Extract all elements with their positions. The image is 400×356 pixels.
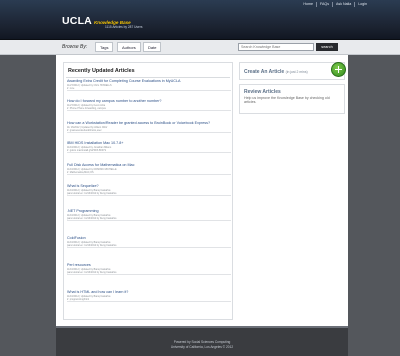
- review-articles-panel[interactable]: Review Articles Help us improve the Know…: [239, 84, 345, 114]
- list-item: IBM HIDS Installation Mac 10.7.8+ 11/16/…: [67, 141, 231, 153]
- list-item: Awarding Extra Credit for Completing Cou…: [67, 79, 231, 91]
- list-item: How can a Workstation/Reader be granted …: [67, 121, 231, 133]
- search-button[interactable]: search: [316, 42, 338, 51]
- site-footer: Powered by Social Sciences Computing Uni…: [0, 326, 400, 356]
- create-article-subtitle: (in just 2 mins): [285, 69, 308, 74]
- search-input[interactable]: [238, 42, 314, 51]
- article-tags: para tutorial en: 11/16/2012 by Deng Cas…: [67, 243, 117, 247]
- article-tags: tr: gdocs mac/install ghsHIDS BOK'S: [67, 148, 107, 152]
- review-articles-description: Help us improve the Knowledge Base by ch…: [244, 96, 330, 105]
- browse-label: Browse By:: [62, 43, 88, 50]
- list-item: Full Disk Access for Mathematica on Mac …: [67, 163, 231, 175]
- nav-faqs-link[interactable]: FAQs: [316, 2, 332, 7]
- article-tags: tr: Phone Phone forwarding, campus: [67, 106, 106, 110]
- create-article-label: Create An Article: [244, 68, 285, 75]
- logo-ucla: UCLA: [62, 15, 92, 27]
- footer-copyright: University of California, Los Angeles © …: [170, 345, 234, 349]
- plus-icon[interactable]: [331, 62, 346, 77]
- tab-authors[interactable]: Authors: [117, 42, 141, 52]
- article-tags: para tutorial en: 11/16/2012 by Deng Cas…: [67, 216, 117, 220]
- article-tags: para tutorial en: 11/16/2012 by Deng Cas…: [67, 270, 117, 274]
- footer-box: Powered by Social Sciences Computing Uni…: [56, 326, 348, 356]
- list-item: How do I forward my campus number to ano…: [67, 99, 231, 111]
- recent-articles-title: Recently Updated Articles: [68, 68, 135, 74]
- review-articles-title: Review Articles: [244, 89, 281, 95]
- nav-ask-link[interactable]: Ask Nalla: [332, 2, 354, 7]
- divider: [66, 77, 230, 78]
- site-stats: 1115 Articles by 287 Users: [105, 25, 143, 29]
- article-tags: tr: mce: [67, 86, 75, 90]
- footer-powered-by: Powered by Social Sciences Computing: [173, 340, 231, 344]
- nav-home-link[interactable]: Home: [300, 2, 316, 7]
- tab-date[interactable]: Date: [143, 42, 162, 52]
- create-article-button[interactable]: Create An Article (in just 2 mins): [239, 62, 345, 80]
- list-item: What is HTML and how can I learn it? 11/…: [67, 290, 231, 302]
- article-tags: para tutorial en: 11/16/2012 by Deng Cas…: [67, 191, 117, 195]
- article-tags: tr: programming/html: [67, 297, 90, 301]
- site-header: Home FAQs Ask Nalla Login UCLA Knowledge…: [0, 0, 400, 40]
- list-item: What is Sequelize? 11/16/2012 | Updated …: [67, 184, 231, 196]
- list-item: .NET Programming 11/16/2012 | Updated by…: [67, 209, 231, 221]
- article-tags: tr: Mathematica,MAC,OS: [67, 170, 94, 174]
- top-nav: Home FAQs Ask Nalla Login: [300, 2, 370, 7]
- browse-bar: Browse By: Tags Authors Date search: [0, 40, 400, 55]
- list-item: ColdFusion 11/16/2012 | Updated by Bianq…: [67, 236, 231, 248]
- list-item: Perl resources 11/16/2012 | Updated by B…: [67, 263, 231, 275]
- article-tags: tr: gnamesvoicebook/bruins,user: [67, 128, 102, 132]
- create-article-title: Create An Article (in just 2 mins): [244, 69, 308, 75]
- tab-tags[interactable]: Tags: [95, 42, 114, 52]
- nav-login-link[interactable]: Login: [354, 2, 370, 7]
- recent-articles-panel: Recently Updated Articles Awarding Extra…: [63, 62, 233, 320]
- article-link[interactable]: How can a Workstation/Reader be granted …: [67, 121, 231, 126]
